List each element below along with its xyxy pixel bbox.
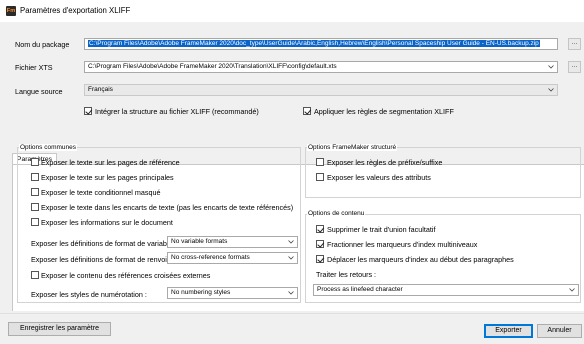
ref-pages-label: Exposer le texte sur les pages de référe… xyxy=(41,158,180,167)
attribute-values-label: Exposer les valeurs des attributs xyxy=(327,173,431,182)
content-options-title: Options de contenu xyxy=(307,210,366,217)
process-returns-select[interactable]: Process as linefeed character xyxy=(313,284,579,296)
package-label: Nom du package xyxy=(15,40,70,49)
text-insets-label: Exposer le texte dans les encarts de tex… xyxy=(41,203,294,212)
xref-content-checkbox[interactable] xyxy=(31,271,39,279)
framemaker-app-icon: Fm xyxy=(6,6,16,16)
source-language-select[interactable]: Français xyxy=(84,84,558,96)
chevron-down-icon xyxy=(288,237,294,244)
body-pages-checkbox[interactable] xyxy=(31,173,39,181)
cancel-button[interactable]: Annuler xyxy=(537,324,582,338)
numbering-styles-select[interactable]: No numbering styles xyxy=(167,287,298,299)
integrate-structure-checkbox[interactable] xyxy=(84,107,92,115)
optional-hyphen-label: Supprimer le trait d'union facultatif xyxy=(327,225,436,234)
prefix-suffix-checkbox[interactable] xyxy=(316,158,324,166)
move-index-markers-checkbox[interactable] xyxy=(316,255,324,263)
var-formats-select[interactable]: No variable formats xyxy=(167,236,298,248)
hidden-conditional-label: Exposer le texte conditionnel masqué xyxy=(41,188,161,197)
package-browse-button[interactable]: ... xyxy=(568,38,581,50)
segmentation-rules-label: Appliquer les règles de segmentation XLI… xyxy=(314,107,454,116)
segmentation-rules-checkbox[interactable] xyxy=(303,107,311,115)
optional-hyphen-checkbox[interactable] xyxy=(316,225,324,233)
text-insets-checkbox[interactable] xyxy=(31,203,39,211)
document-info-label: Exposer les informations sur le document xyxy=(41,218,173,227)
xts-browse-button[interactable]: ... xyxy=(568,61,581,73)
xref-formats-select[interactable]: No cross-reference formats xyxy=(167,252,298,264)
xts-label: Fichier XTS xyxy=(15,63,53,72)
ref-pages-checkbox[interactable] xyxy=(31,158,39,166)
body-pages-label: Exposer le texte sur les pages principal… xyxy=(41,173,174,182)
chevron-down-icon xyxy=(548,62,554,69)
source-language-label: Langue source xyxy=(15,87,63,96)
attribute-values-checkbox[interactable] xyxy=(316,173,324,181)
var-formats-label: Exposer les définitions de format de var… xyxy=(31,239,173,248)
var-formats-value: No variable formats xyxy=(171,238,228,245)
chevron-down-icon xyxy=(288,253,294,260)
window-title: Paramètres d'exportation XLIFF xyxy=(20,6,131,15)
numbering-styles-value: No numbering styles xyxy=(171,289,231,296)
chevron-down-icon xyxy=(569,285,575,292)
xref-formats-value: No cross-reference formats xyxy=(171,254,250,261)
prefix-suffix-label: Exposer les règles de préfixe/suffixe xyxy=(327,158,443,167)
chevron-down-icon xyxy=(548,85,554,92)
xts-file-combo[interactable]: C:\Program Files\Adobe\Adobe FrameMaker … xyxy=(84,61,558,73)
xts-file-value: C:\Program Files\Adobe\Adobe FrameMaker … xyxy=(88,63,337,70)
split-index-markers-checkbox[interactable] xyxy=(316,240,324,248)
save-settings-button[interactable]: Enregistrer les paramètre xyxy=(8,322,111,336)
common-options-title: Options communes xyxy=(19,144,77,151)
move-index-markers-label: Déplacer les marqueurs d'index au début … xyxy=(327,255,514,264)
xref-content-label: Exposer le contenu des références croisé… xyxy=(41,271,211,280)
export-button[interactable]: Exporter xyxy=(484,324,533,338)
process-returns-value: Process as linefeed character xyxy=(317,286,403,293)
package-path-field[interactable]: C:\Program Files\Adobe\Adobe FrameMaker … xyxy=(84,38,558,50)
xref-formats-label: Exposer les définitions de format de ren… xyxy=(31,255,169,264)
split-index-markers-label: Fractionner les marqueurs d'index multin… xyxy=(327,240,478,249)
process-returns-label: Traiter les retours : xyxy=(316,270,377,279)
chevron-down-icon xyxy=(288,288,294,295)
title-bar: Fm Paramètres d'exportation XLIFF xyxy=(0,0,584,22)
numbering-styles-label: Exposer les styles de numérotation : xyxy=(31,290,147,299)
source-language-value: Français xyxy=(88,86,113,93)
hidden-conditional-checkbox[interactable] xyxy=(31,188,39,196)
footer-divider xyxy=(0,313,584,314)
integrate-structure-label: Intégrer la structure au fichier XLIFF (… xyxy=(95,107,259,116)
document-info-checkbox[interactable] xyxy=(31,218,39,226)
structured-options-title: Options FrameMaker structuré xyxy=(307,144,398,151)
